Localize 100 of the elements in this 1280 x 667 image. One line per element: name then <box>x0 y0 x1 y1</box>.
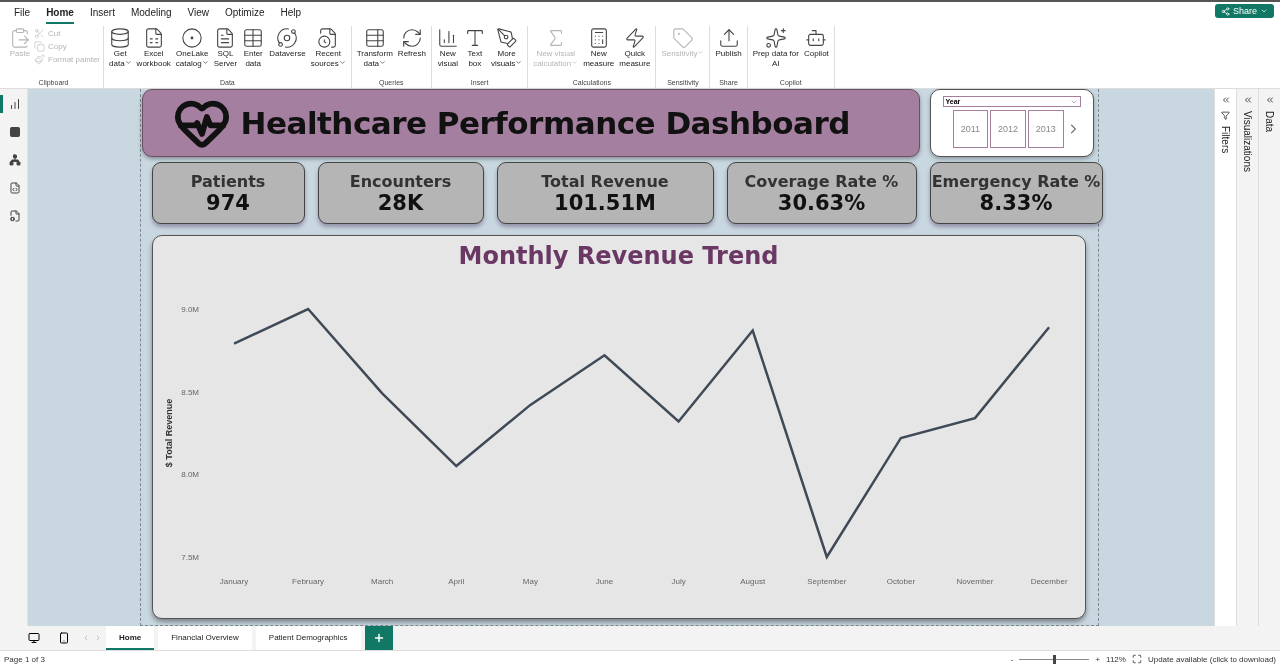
year-tile[interactable]: 2011 <box>952 110 989 148</box>
ribbon-button[interactable]: Quick measure <box>617 26 653 79</box>
axis-tick-label: January <box>219 577 248 586</box>
ribbon-button[interactable]: Publish <box>713 26 744 79</box>
dashboard-title: Healthcare Performance Dashboard <box>240 105 850 141</box>
ribbon-button[interactable]: New measure <box>581 26 617 79</box>
page-tab[interactable]: Home <box>106 626 155 650</box>
scissors-icon <box>34 28 45 39</box>
bot-icon <box>805 27 828 49</box>
bar-chart-icon <box>436 27 459 49</box>
collapse-icon <box>1264 95 1275 105</box>
plus-icon <box>372 632 385 644</box>
tag-icon <box>671 27 694 49</box>
brush-icon <box>34 54 45 65</box>
kpi-label: Coverage Rate % <box>744 171 899 191</box>
axis-tick-label: September <box>806 577 846 586</box>
page-indicator: Page 1 of 3 <box>4 654 45 664</box>
upload-icon <box>717 27 740 49</box>
axis-tick-label: August <box>739 577 765 586</box>
filter-icon <box>1221 111 1230 120</box>
chevron-icon <box>571 59 579 66</box>
page-tab[interactable]: Patient Demographics <box>255 626 361 650</box>
kpi-label: Total Revenue <box>541 171 669 191</box>
menu-tab[interactable]: View <box>187 7 210 24</box>
add-page-button[interactable] <box>364 626 393 650</box>
zoom-out-button[interactable]: - <box>1010 654 1014 664</box>
axis-tick-label: November <box>956 577 993 586</box>
menu-tab[interactable]: Insert <box>89 7 115 24</box>
phone-icon[interactable] <box>58 632 70 644</box>
kpi-value: 8.33% <box>979 190 1053 215</box>
kpi-value: 28K <box>377 190 424 215</box>
chevron-icon <box>1260 7 1268 15</box>
menu-tab[interactable]: Home <box>46 7 74 24</box>
pen-icon <box>495 27 518 49</box>
copy-icon <box>34 41 45 52</box>
ribbon-button[interactable]: More visuals <box>488 26 525 79</box>
table-view-icon <box>9 126 21 138</box>
ribbon-button[interactable]: SQL Server <box>211 26 240 79</box>
share-button[interactable]: Share <box>1214 4 1274 18</box>
axis-tick-label: October <box>886 577 915 586</box>
collapse-icon <box>1242 95 1253 105</box>
chevron-icon <box>697 49 705 56</box>
ribbon-button[interactable]: Recent sources <box>308 26 348 79</box>
ribbon-button[interactable]: Dataverse <box>267 26 308 79</box>
tmdl-file-icon <box>9 210 21 222</box>
zoom-in-button[interactable]: + <box>1095 654 1101 664</box>
page-tab[interactable]: Financial Overview <box>158 626 252 650</box>
fit-page-icon[interactable] <box>1131 654 1142 664</box>
axis-tick-label: 9.0M <box>180 305 199 314</box>
axis-tick-label: May <box>522 577 538 586</box>
kpi-label: Emergency Rate % <box>931 171 1101 191</box>
menu-tab[interactable]: Modeling <box>130 7 172 24</box>
kpi-value: 101.51M <box>554 190 656 215</box>
year-tile[interactable]: 2012 <box>990 110 1026 148</box>
orbit-icon <box>276 27 299 49</box>
update-link[interactable]: Update available (click to download) <box>1147 654 1276 664</box>
axis-tick-label: 8.5M <box>180 387 199 397</box>
ribbon-button[interactable]: Transform data <box>354 26 395 79</box>
axis-tick-label: July <box>671 577 686 586</box>
chevron-icon <box>124 59 132 66</box>
kpi-value: 30.63% <box>777 190 866 215</box>
desktop-icon[interactable] <box>28 632 40 644</box>
ribbon-button[interactable]: Refresh <box>395 26 428 79</box>
chevron-icon <box>515 59 523 66</box>
table-edit-icon <box>363 27 386 49</box>
report-icon <box>9 98 21 110</box>
axis-tick-label: March <box>370 577 393 586</box>
refresh-icon <box>400 27 423 49</box>
kpi-label: Encounters <box>349 171 452 191</box>
axis-tick-label: December <box>1030 577 1068 586</box>
pane-tab[interactable]: Visualizations <box>1236 89 1258 626</box>
kpi-value: 974 <box>206 190 250 215</box>
pane-tab[interactable]: Data <box>1258 89 1280 626</box>
chevron-icon <box>379 59 387 66</box>
lightning-icon <box>623 27 646 49</box>
ribbon-button[interactable]: Text box <box>461 26 488 79</box>
ribbon-button[interactable]: OneLake catalog <box>173 26 211 79</box>
ribbon-button[interactable]: Copilot <box>801 26 831 79</box>
collapse-icon <box>1220 95 1231 105</box>
chart-title: Monthly Revenue Trend <box>458 242 779 272</box>
sparkles-icon <box>764 27 787 49</box>
paste-icon <box>9 27 31 49</box>
axis-tick-label: April <box>447 577 464 586</box>
axis-tick-label: 8.0M <box>180 470 199 480</box>
menu-tab[interactable]: Help <box>280 7 302 24</box>
menu-tab[interactable]: File <box>14 7 31 24</box>
axis-tick-label: February <box>291 577 324 586</box>
zoom-reading: 112% <box>1106 654 1126 664</box>
zoom-thumb[interactable] <box>1052 654 1056 664</box>
axis-tick-label: June <box>595 577 613 586</box>
ribbon-button[interactable]: New visual <box>434 26 461 79</box>
menu-tab[interactable]: Optimize <box>225 7 265 24</box>
ribbon-button[interactable]: Excel workbook <box>134 26 173 79</box>
ribbon-button[interactable]: Get data <box>107 26 134 79</box>
year-tile[interactable]: 2013 <box>1027 110 1064 148</box>
ribbon-button[interactable]: Enter data <box>240 26 267 79</box>
kpi-label: Patients <box>190 171 266 191</box>
axis-tick-label: 7.5M <box>180 553 199 562</box>
chevron-icon <box>201 59 209 66</box>
ribbon-button[interactable]: Prep data for AI <box>750 26 801 79</box>
